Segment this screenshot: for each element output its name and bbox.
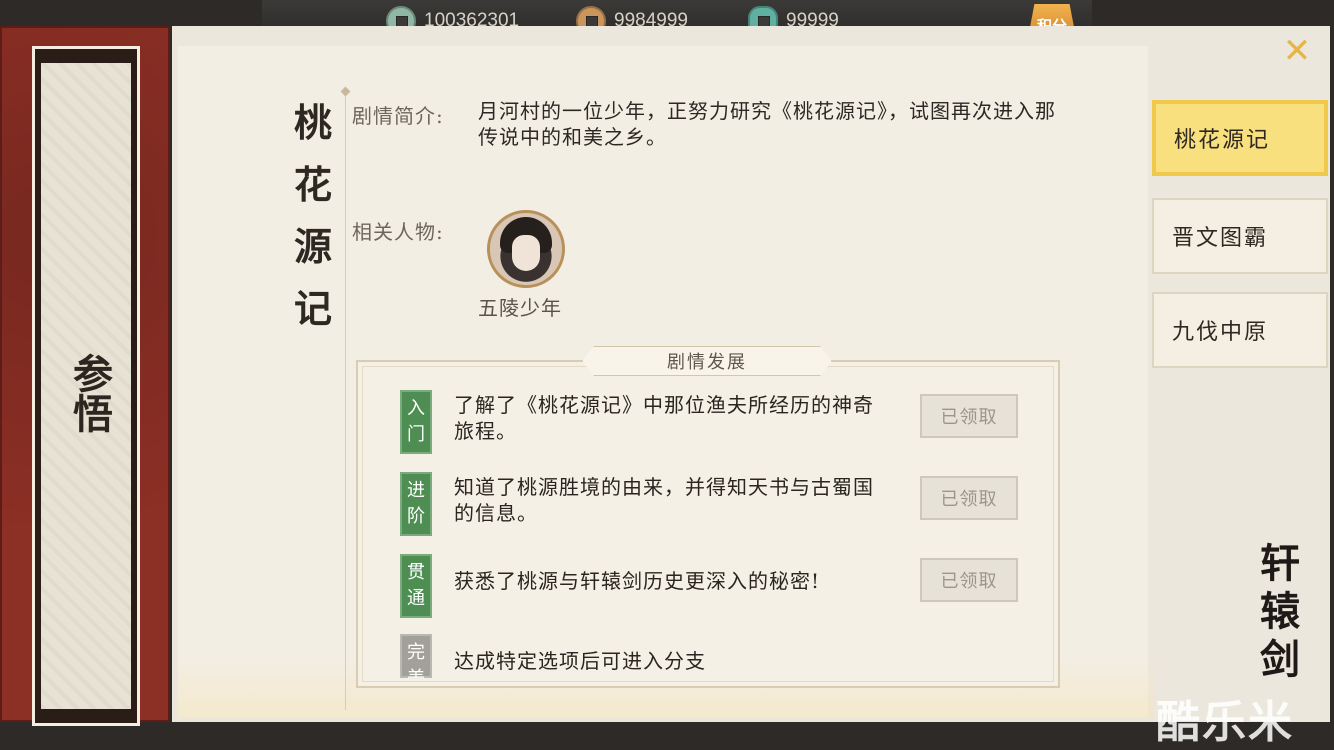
stage-text-perfect: 达成特定选项后可进入分支 [454,649,706,673]
stage-badge-advanced: 进阶 [400,472,432,536]
watermark: 酷乐米 [1156,697,1294,748]
sidebar-title: 参悟 [66,353,113,433]
synopsis-label: 剧情简介: [352,104,444,128]
stage-text-intro: 了解了《桃花源记》中那位渔夫所经历的神奇旅程。 [454,393,874,443]
story-title: 桃花源记 [293,100,332,331]
tab-jiufazhongyuan[interactable]: 九伐中原 [1152,292,1328,368]
characters-label: 相关人物: [352,220,444,244]
stage-text-mastery: 获悉了桃源与轩辕剑历史更深入的秘密! [454,569,821,593]
scroll-paper: 参悟 [41,63,131,709]
character-name: 五陵少年 [478,296,562,320]
character-avatar[interactable] [487,210,565,288]
sidebar-scroll: 参悟 [0,26,170,726]
close-icon[interactable]: ✕ [1282,34,1312,68]
stage-badge-perfect: 完美 [400,634,432,678]
tab-taohuayuanji[interactable]: 桃花源记 [1152,100,1328,176]
avatar-face [512,235,540,271]
stage-badge-mastery: 贯通 [400,554,432,618]
claimed-button[interactable]: 已领取 [920,558,1018,602]
content-area: 桃花源记 剧情简介: 月河村的一位少年，正努力研究《桃花源记》，试图再次进入那传… [178,46,1154,718]
scroll-frame: 参悟 [32,46,140,726]
title-divider [345,90,346,710]
stage-text-advanced: 知道了桃源胜境的由来，并得知天书与古蜀国的信息。 [454,475,874,525]
game-logo: 轩辕剑 [1260,540,1300,683]
synopsis-text: 月河村的一位少年，正努力研究《桃花源记》，试图再次进入那传说中的和美之乡。 [478,99,1056,149]
claimed-button[interactable]: 已领取 [920,476,1018,520]
claimed-button[interactable]: 已领取 [920,394,1018,438]
development-header: 剧情发展 [582,346,832,376]
tab-jinwentuba[interactable]: 晋文图霸 [1152,198,1328,274]
stage-badge-intro: 入门 [400,390,432,454]
